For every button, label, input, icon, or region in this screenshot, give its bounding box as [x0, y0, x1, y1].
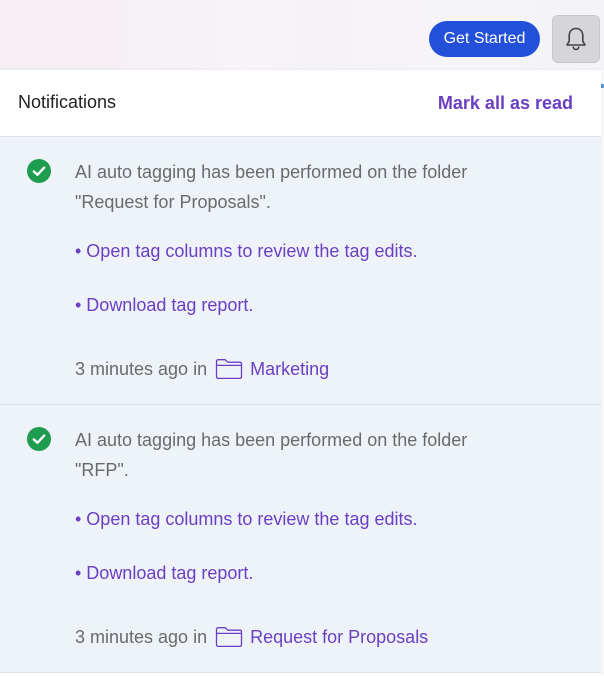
get-started-button[interactable]: Get Started — [429, 21, 540, 57]
bell-icon — [566, 27, 586, 51]
notification-message: AI auto tagging has been performed on th… — [75, 157, 555, 217]
message-line: "Request for Proposals". — [75, 192, 271, 212]
folder-icon — [215, 358, 243, 380]
message-line: AI auto tagging has been performed on th… — [75, 430, 468, 450]
top-bar: Get Started — [0, 0, 604, 70]
notification-meta: 3 minutes ago in Request for Proposals — [75, 626, 428, 648]
notifications-button[interactable] — [552, 15, 600, 63]
panel-header: Notifications Mark all as read — [0, 70, 601, 137]
notification-message: AI auto tagging has been performed on th… — [75, 425, 555, 485]
notification-item: AI auto tagging has been performed on th… — [0, 137, 601, 405]
check-circle-icon — [27, 427, 51, 451]
panel-title: Notifications — [18, 92, 117, 112]
open-tag-columns-link[interactable]: • Open tag columns to review the tag edi… — [75, 241, 417, 262]
download-tag-report-link[interactable]: • Download tag report. — [75, 295, 253, 316]
folder-link[interactable]: Marketing — [250, 359, 329, 380]
notification-item: AI auto tagging has been performed on th… — [0, 405, 601, 673]
timestamp: 3 minutes ago in — [75, 626, 208, 647]
mark-all-as-read-link[interactable]: Mark all as read — [438, 93, 573, 114]
message-line: AI auto tagging has been performed on th… — [75, 162, 468, 182]
open-tag-columns-link[interactable]: • Open tag columns to review the tag edi… — [75, 509, 417, 530]
download-tag-report-link[interactable]: • Download tag report. — [75, 563, 253, 584]
message-line: "RFP". — [75, 460, 129, 480]
check-circle-icon — [27, 159, 51, 183]
folder-link[interactable]: Request for Proposals — [250, 627, 428, 648]
notifications-panel: Notifications Mark all as read AI auto t… — [0, 70, 601, 676]
timestamp: 3 minutes ago in — [75, 358, 208, 379]
notification-meta: 3 minutes ago in Marketing — [75, 358, 329, 380]
folder-icon — [215, 626, 243, 648]
